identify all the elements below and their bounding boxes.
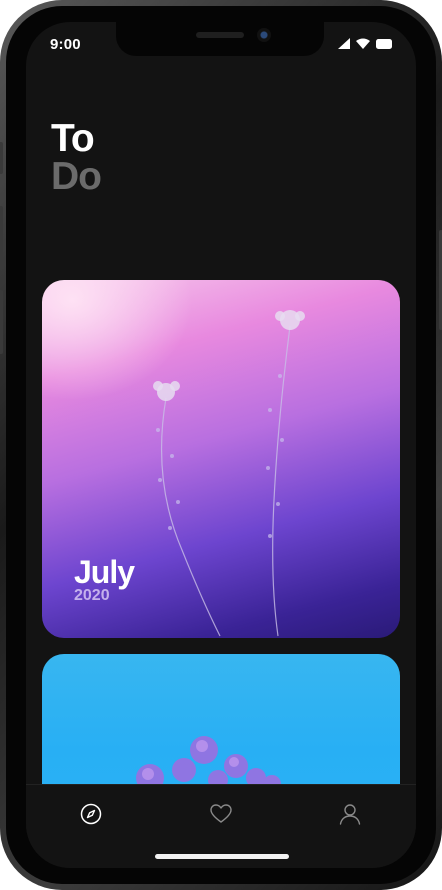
- title-line-do: Do: [51, 155, 102, 198]
- wifi-icon: [356, 38, 370, 49]
- notch: [116, 22, 324, 56]
- card-year-label: 2020: [74, 587, 110, 604]
- battery-icon: [376, 38, 392, 49]
- heart-icon: [210, 804, 232, 823]
- tab-favorites[interactable]: [206, 799, 236, 829]
- tab-explore[interactable]: [76, 799, 106, 829]
- status-icons: [338, 38, 392, 49]
- user-icon: [339, 804, 361, 825]
- volume-up-button: [0, 206, 3, 270]
- front-camera: [257, 28, 271, 42]
- card-month-label: July: [74, 554, 135, 590]
- silent-switch: [0, 142, 3, 174]
- month-card-july[interactable]: July 2020: [42, 280, 400, 638]
- earpiece-speaker: [196, 32, 244, 38]
- app-screen: 9:00 To Do July 2020: [26, 22, 416, 868]
- title-line-to: To: [51, 117, 95, 160]
- cellular-signal-icon: [338, 38, 350, 49]
- page-title: To Do: [51, 117, 102, 198]
- tab-profile[interactable]: [335, 799, 365, 829]
- home-indicator[interactable]: [155, 854, 289, 859]
- volume-down-button: [0, 290, 3, 354]
- status-time: 9:00: [50, 36, 81, 53]
- compass-icon: [80, 803, 102, 825]
